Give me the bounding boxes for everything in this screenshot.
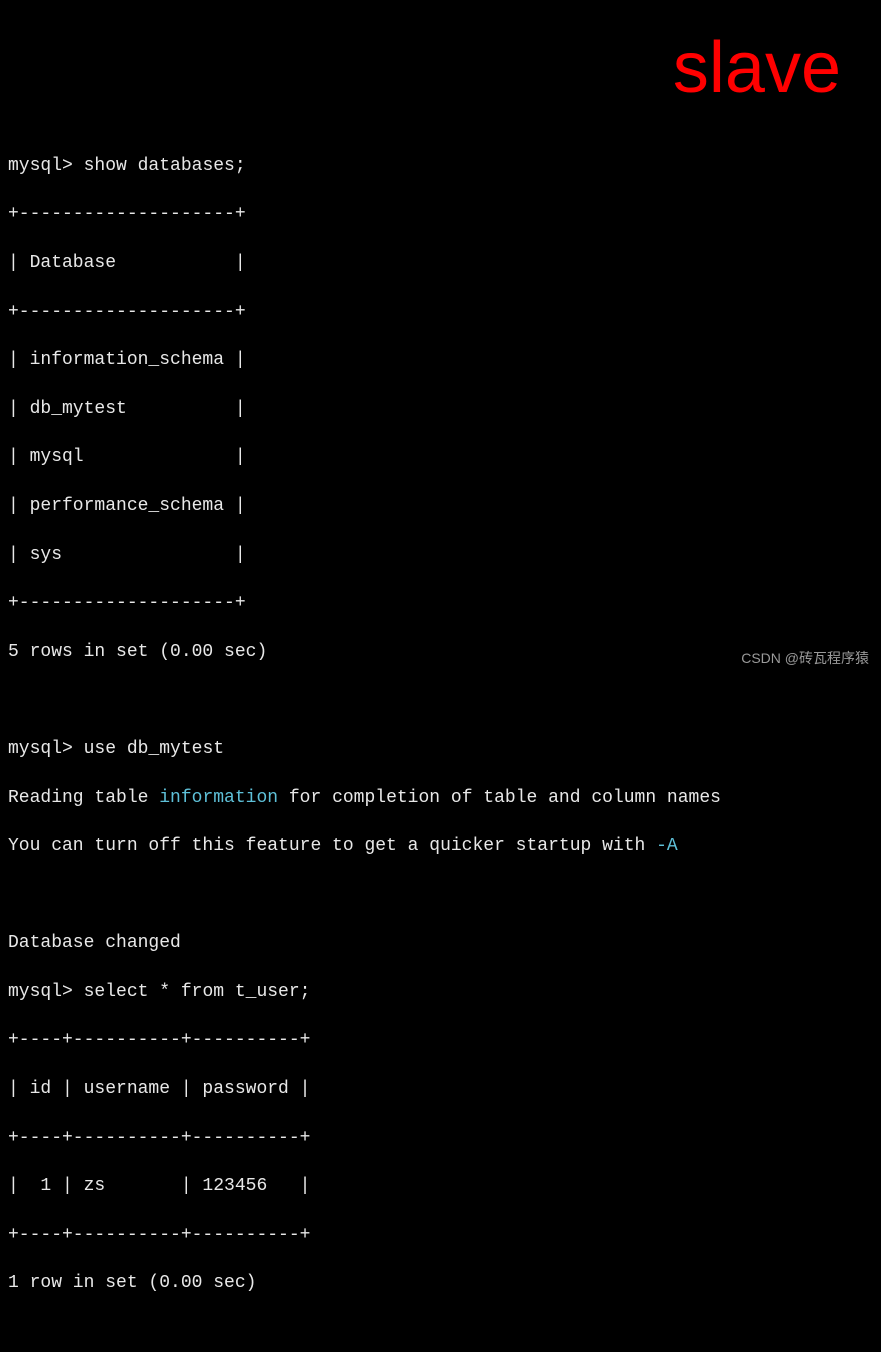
watermark: CSDN @砖瓦程序猿 <box>741 649 869 668</box>
blank-line <box>8 1320 873 1344</box>
highlight-flag: -A <box>656 836 678 856</box>
prompt: mysql> <box>8 982 73 1002</box>
text-segment: You can turn off this feature to get a q… <box>8 836 656 856</box>
text-segment: for completion of table and column names <box>278 788 721 808</box>
cmd-line-show-databases: mysql> show databases; <box>8 154 873 178</box>
highlight-information: information <box>159 788 278 808</box>
result-footer: 1 row in set (0.00 sec) <box>8 1271 873 1295</box>
prompt: mysql> <box>8 739 73 759</box>
cmd-line-select: mysql> select * from t_user; <box>8 980 873 1004</box>
text-segment: Reading table <box>8 788 159 808</box>
table-row: | performance_schema | <box>8 494 873 518</box>
table-header: | id | username | password | <box>8 1077 873 1101</box>
reading-info: Reading table information for completion… <box>8 786 873 810</box>
table-border: +--------------------+ <box>8 300 873 324</box>
table-row: | db_mytest | <box>8 397 873 421</box>
table-row: | mysql | <box>8 445 873 469</box>
turnoff-info: You can turn off this feature to get a q… <box>8 834 873 858</box>
command-text: show databases; <box>84 156 246 176</box>
db-changed: Database changed <box>8 931 873 955</box>
table-header: | Database | <box>8 251 873 275</box>
prompt: mysql> <box>8 156 73 176</box>
table-border: +--------------------+ <box>8 202 873 226</box>
table-row: | 1 | zs | 123456 | <box>8 1174 873 1198</box>
table-border: +--------------------+ <box>8 591 873 615</box>
overlay-label: slave <box>673 20 841 117</box>
command-text: select * from t_user; <box>84 982 311 1002</box>
table-border: +----+----------+----------+ <box>8 1126 873 1150</box>
blank-line <box>8 883 873 907</box>
table-row: | information_schema | <box>8 348 873 372</box>
table-border: +----+----------+----------+ <box>8 1028 873 1052</box>
table-border: +----+----------+----------+ <box>8 1223 873 1247</box>
command-text: use db_mytest <box>84 739 224 759</box>
cmd-line-use-db: mysql> use db_mytest <box>8 737 873 761</box>
blank-line <box>8 688 873 712</box>
table-row: | sys | <box>8 543 873 567</box>
